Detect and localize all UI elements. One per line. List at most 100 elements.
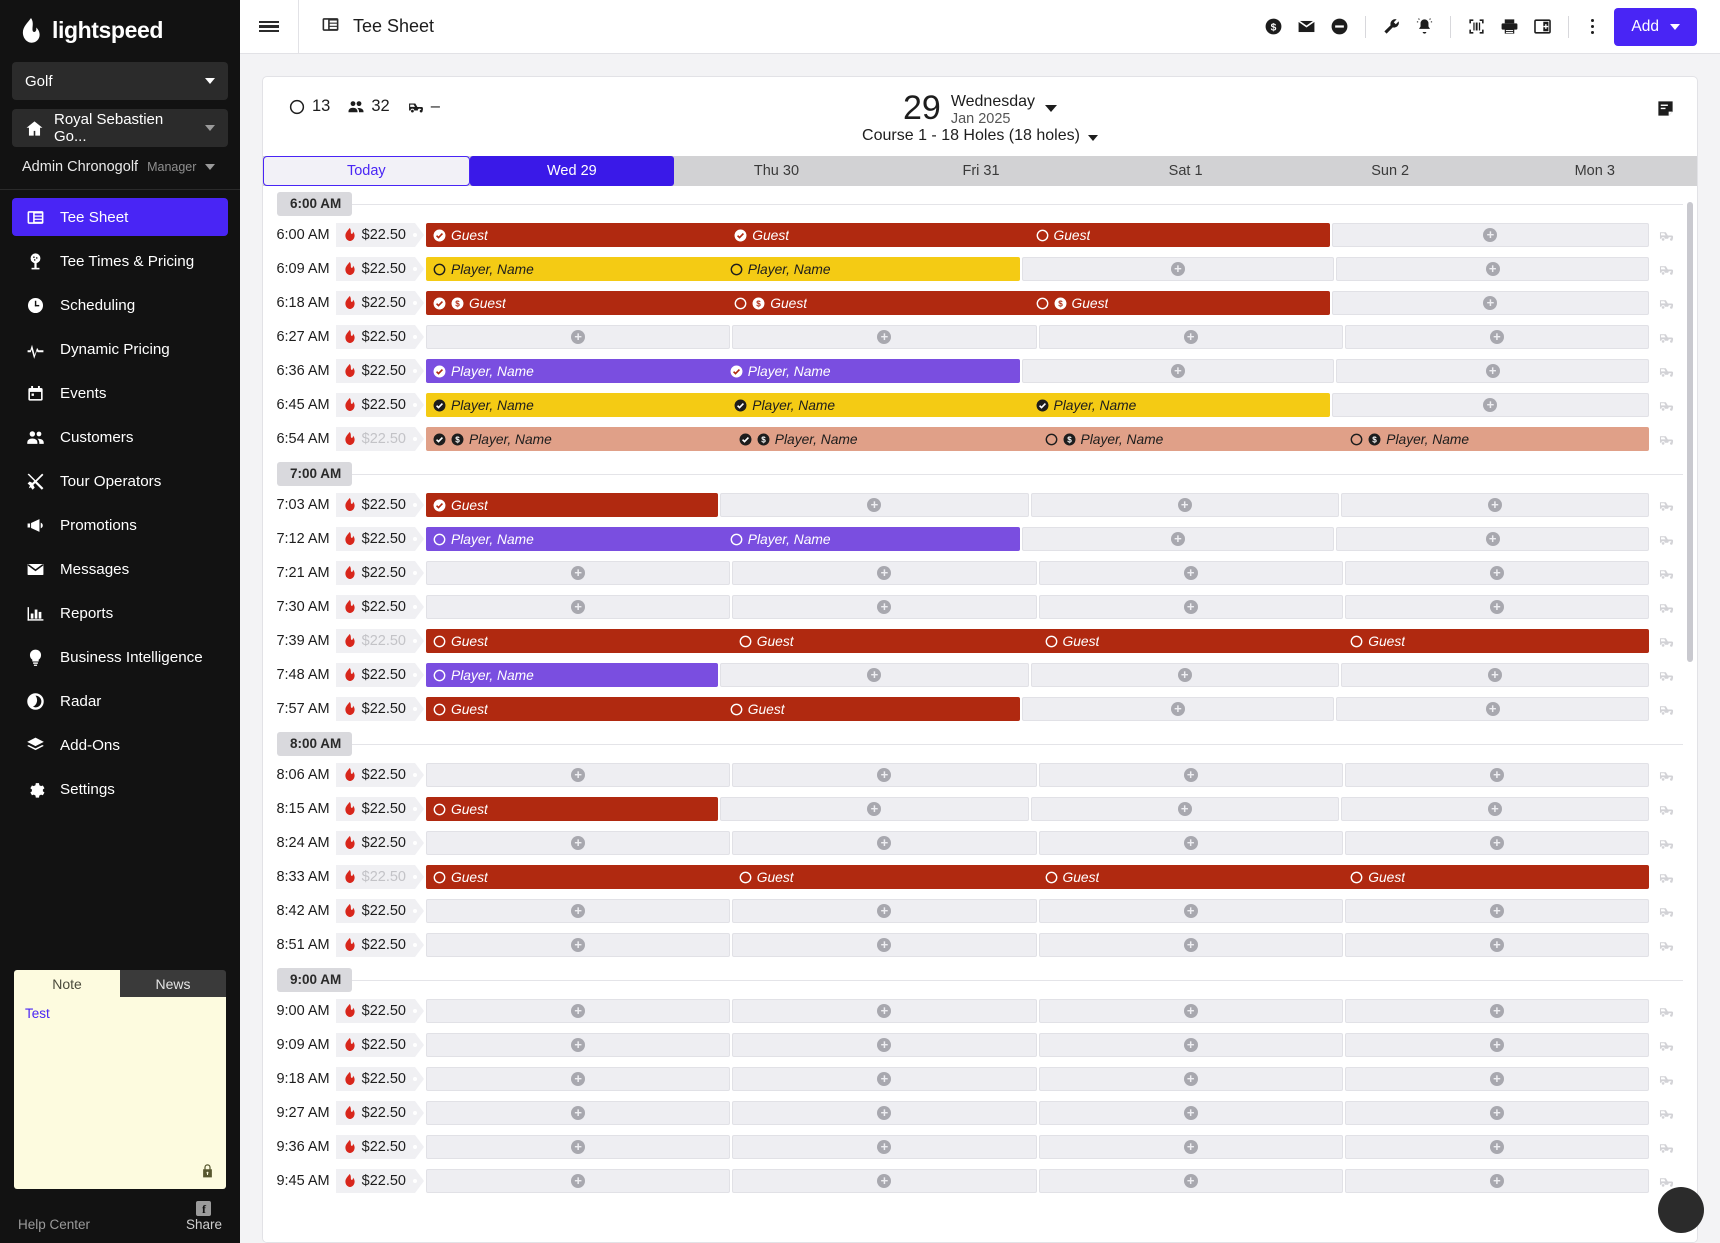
sidebar-item-events[interactable]: Events	[12, 374, 228, 412]
booking-player[interactable]: Player, Name	[723, 532, 1020, 547]
sidebar-item-customers[interactable]: Customers	[12, 418, 228, 456]
empty-slot[interactable]	[1039, 325, 1343, 349]
sidebar-item-dynamic-pricing[interactable]: Dynamic Pricing	[12, 330, 228, 368]
booking-player[interactable]: Player, Name	[1029, 398, 1330, 413]
empty-slot[interactable]	[1345, 763, 1649, 787]
empty-slot[interactable]	[1345, 1101, 1649, 1125]
empty-slot[interactable]	[426, 595, 730, 619]
vertical-scrollbar[interactable]	[1687, 202, 1693, 1236]
empty-slot[interactable]	[426, 561, 730, 585]
day-tab-wed-29[interactable]: Wed 29	[470, 156, 675, 186]
empty-slot[interactable]	[732, 933, 1036, 957]
empty-slot[interactable]	[1332, 223, 1649, 247]
chat-widget-button[interactable]	[1658, 1187, 1704, 1233]
printer-icon[interactable]	[1493, 9, 1526, 45]
note-panel-body[interactable]: Test	[14, 997, 226, 1189]
empty-slot[interactable]	[1039, 1067, 1343, 1091]
price-chip[interactable]: $22.50	[336, 1067, 415, 1091]
price-chip[interactable]: $22.50	[336, 697, 415, 721]
empty-slot[interactable]	[1039, 763, 1343, 787]
lock-icon[interactable]	[200, 1162, 215, 1179]
panel-icon[interactable]	[1526, 9, 1559, 45]
cart-icon[interactable]	[1649, 330, 1683, 345]
booking-block[interactable]: Player, NamePlayer, Name	[426, 257, 1020, 281]
booking-player[interactable]: Guest	[727, 228, 1028, 243]
tab-news[interactable]: News	[120, 970, 226, 997]
empty-slot[interactable]	[1345, 561, 1649, 585]
sidebar-item-settings[interactable]: Settings	[12, 770, 228, 808]
add-button[interactable]: Add	[1614, 8, 1697, 46]
price-chip[interactable]: $22.50	[336, 1101, 415, 1125]
booking-player[interactable]: Guest	[426, 498, 718, 513]
empty-slot[interactable]	[1336, 257, 1649, 281]
empty-slot[interactable]	[732, 1135, 1036, 1159]
empty-slot[interactable]	[732, 325, 1036, 349]
price-chip[interactable]: $22.50	[336, 359, 415, 383]
price-chip[interactable]: $22.50	[336, 561, 415, 585]
empty-slot[interactable]	[1345, 325, 1649, 349]
cart-icon[interactable]	[1649, 634, 1683, 649]
booking-block[interactable]: GuestGuestGuestGuest	[426, 865, 1649, 889]
booking-player[interactable]: Guest	[1038, 634, 1344, 649]
empty-slot[interactable]	[426, 899, 730, 923]
booking-player[interactable]: Player, Name	[426, 364, 723, 379]
sidebar-item-radar[interactable]: Radar	[12, 682, 228, 720]
empty-slot[interactable]	[426, 1033, 730, 1057]
empty-slot[interactable]	[1039, 999, 1343, 1023]
cart-icon[interactable]	[1649, 498, 1683, 513]
price-chip[interactable]: $22.50	[336, 527, 415, 551]
price-chip[interactable]: $22.50	[336, 899, 415, 923]
empty-slot[interactable]	[732, 561, 1036, 585]
empty-slot[interactable]	[1332, 393, 1649, 417]
price-chip[interactable]: $22.50	[336, 257, 415, 281]
booking-player[interactable]: $Player, Name	[732, 432, 1038, 447]
empty-slot[interactable]	[426, 1135, 730, 1159]
cart-icon[interactable]	[1649, 1072, 1683, 1087]
more-options-icon[interactable]	[1578, 12, 1606, 42]
sidebar-item-tour-operators[interactable]: Tour Operators	[12, 462, 228, 500]
empty-slot[interactable]	[426, 325, 730, 349]
booking-player[interactable]: Guest	[1038, 870, 1344, 885]
booking-player[interactable]: Guest	[723, 702, 1020, 717]
empty-slot[interactable]	[732, 1101, 1036, 1125]
booking-player[interactable]: Player, Name	[426, 532, 723, 547]
day-tab-sun-2[interactable]: Sun 2	[1288, 156, 1493, 186]
booking-player[interactable]: Guest	[426, 228, 727, 243]
booking-player[interactable]: $Guest	[1029, 296, 1330, 311]
empty-slot[interactable]	[732, 999, 1036, 1023]
day-tab-today[interactable]: Today	[263, 156, 470, 186]
empty-slot[interactable]	[1341, 663, 1649, 687]
booking-player[interactable]: Guest	[426, 870, 732, 885]
empty-slot[interactable]	[1345, 899, 1649, 923]
empty-slot[interactable]	[1336, 697, 1649, 721]
day-tab-sat-1[interactable]: Sat 1	[1083, 156, 1288, 186]
cart-icon[interactable]	[1649, 802, 1683, 817]
booking-block[interactable]: Player, Name	[426, 663, 718, 687]
cart-icon[interactable]	[1649, 702, 1683, 717]
booking-player[interactable]: Guest	[1343, 634, 1649, 649]
vertical-select[interactable]: Golf	[12, 62, 228, 100]
sidebar-item-add-ons[interactable]: Add-Ons	[12, 726, 228, 764]
price-chip[interactable]: $22.50	[336, 831, 415, 855]
booking-block[interactable]: GuestGuestGuestGuest	[426, 629, 1649, 653]
cart-icon[interactable]	[1649, 836, 1683, 851]
price-chip[interactable]: $22.50	[336, 865, 415, 889]
price-chip[interactable]: $22.50	[336, 1169, 415, 1193]
day-tab-fri-31[interactable]: Fri 31	[879, 156, 1084, 186]
price-chip[interactable]: $22.50	[336, 1135, 415, 1159]
empty-slot[interactable]	[1345, 1169, 1649, 1193]
wrench-icon[interactable]	[1375, 9, 1408, 45]
booking-player[interactable]: Guest	[426, 634, 732, 649]
cart-icon[interactable]	[1649, 1140, 1683, 1155]
booking-player[interactable]: Player, Name	[426, 398, 727, 413]
price-chip[interactable]: $22.50	[336, 223, 415, 247]
empty-slot[interactable]	[732, 763, 1036, 787]
price-chip[interactable]: $22.50	[336, 1033, 415, 1057]
barcode-icon[interactable]	[1460, 9, 1493, 45]
cart-icon[interactable]	[1649, 262, 1683, 277]
sidebar-item-promotions[interactable]: Promotions	[12, 506, 228, 544]
empty-slot[interactable]	[1341, 797, 1649, 821]
empty-slot[interactable]	[426, 1169, 730, 1193]
empty-slot[interactable]	[426, 999, 730, 1023]
cart-icon[interactable]	[1649, 532, 1683, 547]
